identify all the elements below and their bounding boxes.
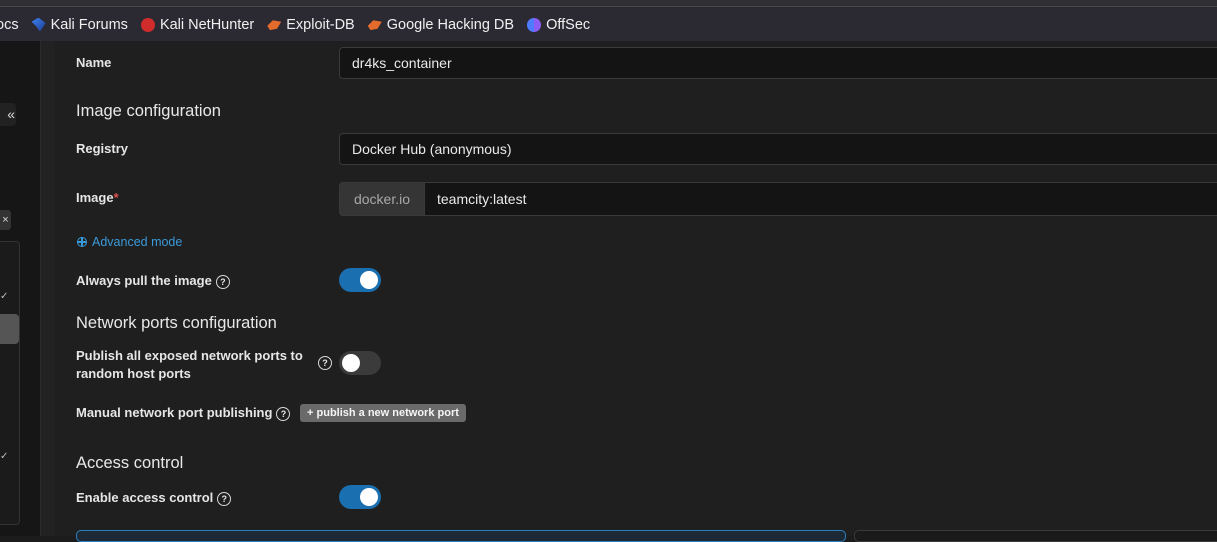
bookmark-docs[interactable]: ocs [0, 17, 19, 33]
plus-icon: + [307, 407, 314, 419]
bookmark-label: Kali NetHunter [159, 16, 255, 33]
bookmark-label: Exploit-DB [286, 16, 355, 33]
always-pull-text: Always pull the image [76, 273, 212, 288]
bookmark-label: ocs [0, 16, 19, 33]
toggle-knob [342, 354, 360, 372]
bookmark-offsec[interactable]: OffSec [527, 17, 590, 33]
name-label: Name [76, 55, 112, 70]
image-label-text: Image [76, 190, 114, 205]
ghdb-icon [367, 20, 382, 31]
image-configuration-heading: Image configuration [76, 102, 221, 120]
access-option-card[interactable] [854, 530, 1217, 542]
bookmark-google-hacking-db[interactable]: Google Hacking DB [367, 16, 515, 33]
bookmark-label: OffSec [546, 16, 591, 33]
publish-new-port-label: publish a new network port [316, 407, 459, 419]
image-label: Image* [76, 190, 119, 205]
registry-label: Registry [76, 141, 129, 156]
always-pull-label: Always pull the image? [76, 273, 230, 289]
bookmark-kali-nethunter[interactable]: Kali NetHunter [140, 16, 255, 33]
globe-icon [77, 237, 87, 247]
advanced-mode-label: Advanced mode [92, 235, 183, 249]
publish-all-toggle[interactable] [339, 351, 381, 375]
help-icon[interactable]: ? [215, 274, 230, 289]
chevron-down-icon[interactable]: ✓ [0, 291, 8, 302]
toggle-knob [360, 488, 378, 506]
manual-publishing-text: Manual network port publishing [76, 405, 273, 420]
chevron-down-icon[interactable]: ✓ [0, 451, 8, 462]
nethunter-icon [140, 17, 155, 32]
access-option-card-selected[interactable] [76, 530, 846, 542]
sidebar-gutter [41, 41, 55, 536]
toggle-knob [360, 271, 378, 289]
publish-new-port-button[interactable]: + publish a new network port [300, 404, 466, 422]
access-control-heading: Access control [76, 454, 184, 472]
publish-all-line2: random host ports [76, 366, 191, 381]
tabstrip-border [0, 0, 1217, 7]
app-sidebar: « × ✓ ✓ [0, 41, 41, 536]
advanced-mode-link[interactable]: Advanced mode [77, 235, 182, 249]
bookmark-exploit-db[interactable]: Exploit-DB [267, 17, 355, 33]
enable-access-text: Enable access control [76, 490, 214, 505]
publish-all-label: Publish all exposed network ports to rand… [76, 347, 303, 383]
exploit-db-icon [267, 20, 282, 31]
bookmark-label: Google Hacking DB [386, 16, 515, 33]
image-input[interactable]: teamcity:latest [424, 182, 1217, 216]
network-ports-heading: Network ports configuration [76, 314, 277, 332]
sidebar-item-active[interactable] [0, 314, 19, 344]
help-icon[interactable]: ? [276, 406, 291, 421]
name-input[interactable]: dr4ks_container [339, 47, 1217, 79]
bookmark-label: Kali Forums [50, 16, 128, 33]
browser-tabstrip-edge [0, 0, 1217, 8]
sidebar-collapse-button[interactable]: « [0, 103, 16, 126]
bookmark-kali-forums[interactable]: Kali Forums [31, 16, 128, 33]
enable-access-label: Enable access control? [76, 490, 232, 506]
enable-access-toggle[interactable] [339, 485, 381, 509]
sidebar-environment-panel [0, 241, 20, 525]
kali-dragon-icon [31, 17, 46, 32]
registry-select[interactable]: Docker Hub (anonymous) [339, 133, 1217, 165]
bookmarks-toolbar: ocs Kali Forums Kali NetHunter Exploit-D… [0, 8, 1217, 41]
always-pull-toggle[interactable] [339, 268, 381, 292]
help-icon[interactable]: ? [217, 491, 232, 506]
offsec-icon [527, 17, 542, 32]
help-icon[interactable]: ? [318, 356, 332, 370]
required-marker: * [113, 190, 119, 205]
manual-publishing-label: Manual network port publishing? [76, 405, 291, 421]
publish-all-line1: Publish all exposed network ports to [76, 348, 303, 363]
image-registry-prefix: docker.io [339, 182, 425, 216]
close-icon[interactable]: × [0, 210, 11, 230]
